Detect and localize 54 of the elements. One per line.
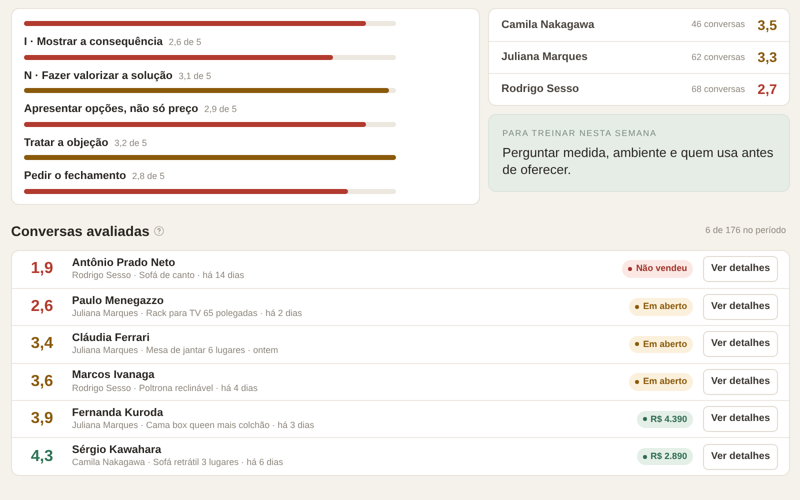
skill-score: 2,9 de 5 (204, 103, 237, 116)
customer-name: Fernanda Kuroda (72, 406, 164, 420)
conversation-score: 3,4 (30, 334, 54, 354)
skill-score: 2,8 de 5 (132, 170, 165, 183)
customer-name: Antônio Prado Neto (72, 256, 176, 270)
skill-label: Pedir o fechamento (24, 169, 126, 184)
skill-label: Tratar a objeção (24, 136, 108, 150)
details-button[interactable]: Ver detalhes (703, 331, 778, 358)
customer-name: Marcos Ivanaga (72, 369, 156, 383)
seller-name: Juliana Marques (501, 50, 589, 66)
status-badge: Não vendeu (622, 260, 694, 278)
conversation-score: 1,9 (30, 259, 54, 280)
status-badge: Em aberto (629, 298, 694, 316)
status-badge: R$ 4.390 (636, 410, 694, 428)
details-button[interactable]: Ver detalhes (703, 294, 778, 320)
conversation-meta: Juliana Marques · Cama box queen mais colchão · há 3 dias (72, 420, 316, 432)
help-icon[interactable] (154, 226, 164, 236)
skill-score: 2,6 de 5 (168, 36, 202, 49)
conversation-meta: Rodrigo Sesso · Poltrona reclinável · há 4 dias (72, 382, 259, 394)
details-button[interactable]: Ver detalhes (703, 368, 778, 395)
customer-name: Paulo Menegazzo (72, 294, 165, 308)
details-button[interactable]: Ver detalhes (703, 406, 778, 432)
conversation-score: 2,6 (30, 297, 54, 318)
seller-score: 2,7 (756, 80, 777, 99)
skill-label: Apresentar opções, não só preço (24, 102, 198, 117)
customer-name: Cláudia Ferrari (72, 332, 151, 346)
customer-name: Sérgio Kawahara (72, 444, 162, 458)
conversation-score: 4,3 (30, 446, 54, 467)
conversation-count: 68 conversas (691, 82, 745, 96)
section-title: Conversas avaliadas (11, 222, 150, 240)
conversation-score: 3,9 (30, 409, 54, 430)
skill-score: 3,1 de 5 (178, 70, 212, 82)
conversation-meta: Rodrigo Sesso · Sofá de canto · há 14 dias (72, 270, 246, 282)
training-eyebrow: PARA TREINAR NESTA SEMANA (502, 127, 658, 140)
details-button[interactable]: Ver detalhes (703, 256, 778, 282)
conversation-meta: Juliana Marques · Rack para TV 65 polegadas · há 2 dias (72, 308, 303, 320)
status-badge: R$ 2.890 (636, 448, 694, 466)
seller-score: 3,3 (756, 48, 777, 67)
skill-label: I · Mostrar a consequência (24, 35, 163, 50)
skill-score: 3,2 de 5 (114, 136, 147, 150)
training-tip: Perguntar medida, ambiente e quem usa antes de oferecer. (502, 144, 774, 179)
status-badge: Em aberto (629, 336, 694, 354)
skill-label: N · Fazer valorizar a solução (24, 68, 173, 84)
seller-name: Camila Nakagawa (501, 18, 596, 33)
status-badge: Em aberto (629, 373, 694, 391)
results-count: 6 de 176 no período (705, 224, 786, 238)
conversation-count: 46 conversas (691, 18, 745, 32)
conversation-meta: Camila Nakagawa · Sofá retrátil 3 lugares · há 6 dias (72, 457, 284, 470)
details-button[interactable]: Ver detalhes (703, 444, 778, 470)
conversation-score: 3,6 (30, 372, 54, 392)
conversation-meta: Juliana Marques · Mesa de jantar 6 lugares · ontem (72, 345, 280, 357)
seller-name: Rodrigo Sesso (501, 82, 580, 98)
seller-score: 3,5 (756, 16, 777, 34)
conversation-count: 62 conversas (691, 50, 745, 64)
